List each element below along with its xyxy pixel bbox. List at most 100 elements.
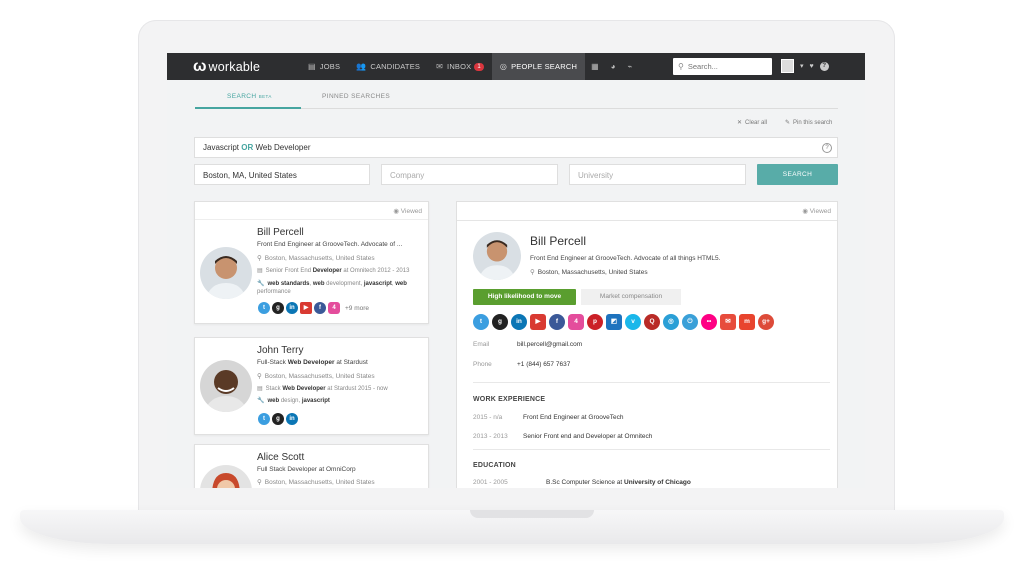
candidate-job: ▤ Stack Web Developer at Stardust 2015 - … xyxy=(257,385,388,392)
compensation-badge[interactable]: Market compensation xyxy=(581,289,681,305)
linkedin-icon[interactable]: in xyxy=(511,314,527,330)
nav-people-search[interactable]: ◎ PEOPLE SEARCH xyxy=(491,53,586,80)
twitter-icon[interactable]: t xyxy=(258,413,270,425)
foursquare-icon[interactable]: 4 xyxy=(328,302,340,314)
global-search[interactable]: ⚲ xyxy=(673,58,772,75)
title-pre: Full-Stack xyxy=(257,359,288,366)
twitter-icon[interactable]: t xyxy=(258,302,270,314)
plancast-icon[interactable]: ◎ xyxy=(663,314,679,330)
workable-logo[interactable]: ω workable xyxy=(193,58,285,76)
candidate-detail-panel: ◉ Viewed Bill Percell Front End Engineer… xyxy=(456,201,838,488)
nav-jobs[interactable]: ▤ JOBS xyxy=(300,53,348,80)
tab-pinned-searches[interactable]: PINNED SEARCHES xyxy=(322,93,390,100)
github-icon[interactable]: g xyxy=(492,314,508,330)
google-plus-icon[interactable]: g+ xyxy=(758,314,774,330)
candidate-card-alice[interactable]: Alice Scott Full Stack Developer at Omni… xyxy=(194,444,429,488)
clear-all-button[interactable]: ✕ Clear all xyxy=(737,119,767,126)
facebook-icon[interactable]: f xyxy=(549,314,565,330)
flickr-icon[interactable]: •• xyxy=(701,314,717,330)
user-avatar[interactable] xyxy=(781,59,794,73)
candidate-card-bill[interactable]: ◉ Viewed Bill Percell Front End Engineer… xyxy=(194,201,429,324)
detail-title: Front End Engineer at GrooveTech. Advoca… xyxy=(530,255,721,262)
location-pin-icon: ⚲ xyxy=(530,269,535,276)
query-term-1: Javascript xyxy=(203,143,240,152)
delicious-icon[interactable]: ◩ xyxy=(606,314,622,330)
heart-icon[interactable]: ♥ xyxy=(810,63,814,70)
skill-part: design, xyxy=(279,398,302,404)
location-pin-icon: ⚲ xyxy=(257,255,262,262)
email-value[interactable]: bill.percell@gmail.com xyxy=(517,341,582,348)
candidate-name[interactable]: Alice Scott xyxy=(257,452,304,463)
work-experience-heading: WORK EXPERIENCE xyxy=(473,396,546,403)
help-icon[interactable]: ? xyxy=(819,61,829,71)
candidate-socials: t g in ▶ f 4 +9 more xyxy=(258,302,369,314)
global-search-input[interactable] xyxy=(687,62,768,71)
facebook-icon[interactable]: f xyxy=(314,302,326,314)
boolean-query-input[interactable]: Javascript OR Web Developer ? xyxy=(194,137,838,158)
nav-inbox[interactable]: ✉ INBOX 1 xyxy=(428,53,492,80)
search-tabs: SEARCH BETA PINNED SEARCHES xyxy=(195,89,838,109)
briefcase-icon: ▤ xyxy=(308,62,316,71)
pie-chart-icon[interactable]: ◕ xyxy=(605,62,622,71)
candidate-name[interactable]: John Terry xyxy=(257,345,304,356)
quora-icon[interactable]: Q xyxy=(644,314,660,330)
wrench-icon: 🔧 xyxy=(257,398,265,404)
linkedin-icon[interactable]: in xyxy=(286,302,298,314)
location-pin-icon: ⚲ xyxy=(257,479,262,486)
job-post: at Stardust 2015 - now xyxy=(325,386,388,392)
linkedin-icon[interactable]: in xyxy=(286,413,298,425)
search-icon: ⚲ xyxy=(678,62,684,71)
query-help-icon[interactable]: ? xyxy=(822,143,832,153)
tab-search-label: SEARCH xyxy=(227,93,257,100)
pin-search-button[interactable]: ✎ Pin this search xyxy=(785,119,832,126)
more-socials-link[interactable]: +9 more xyxy=(345,305,369,312)
candidate-name[interactable]: Bill Percell xyxy=(257,227,304,238)
location-field[interactable]: Boston, MA, United States xyxy=(194,164,370,185)
power-icon[interactable]: ⏻ xyxy=(682,314,698,330)
youtube-icon[interactable]: ▶ xyxy=(300,302,312,314)
candidate-location-text: Boston, Massachusetts, United States xyxy=(264,373,375,380)
meetup-icon[interactable]: m xyxy=(739,314,755,330)
education-heading: EDUCATION xyxy=(473,462,516,469)
candidate-card-john[interactable]: John Terry Full-Stack Web Developer at S… xyxy=(194,337,429,435)
twitter-icon[interactable]: t xyxy=(473,314,489,330)
pinterest-icon[interactable]: p xyxy=(587,314,603,330)
eye-icon: ◉ xyxy=(802,208,810,215)
company-field[interactable]: Company xyxy=(381,164,558,185)
nav-jobs-label: JOBS xyxy=(319,62,341,71)
title-post: at Stardust xyxy=(334,359,368,366)
detail-header xyxy=(457,202,837,221)
close-icon: ✕ xyxy=(737,120,743,126)
candidate-title: Front End Engineer at GrooveTech. Advoca… xyxy=(257,241,403,248)
candidate-location: ⚲ Boston, Massachusetts, United States xyxy=(257,372,375,380)
university-field[interactable]: University xyxy=(569,164,746,185)
likelihood-badge[interactable]: High likelihood to move xyxy=(473,289,576,305)
candidate-location-text: Boston, Massachusetts, United States xyxy=(264,479,375,486)
calendar-icon[interactable]: ▦ xyxy=(585,62,605,71)
chevron-down-icon[interactable]: ▾ xyxy=(800,62,804,70)
candidate-location-text: Boston, Massachusetts, United States xyxy=(264,255,375,262)
github-icon[interactable]: g xyxy=(272,413,284,425)
candidate-skills: 🔧 web standards, web development, javascr… xyxy=(257,280,422,296)
youtube-icon[interactable]: ▶ xyxy=(530,314,546,330)
tab-search[interactable]: SEARCH BETA xyxy=(227,93,272,100)
nav-candidates[interactable]: 👥 CANDIDATES xyxy=(348,53,428,80)
mail-icon[interactable]: ✉ xyxy=(720,314,736,330)
work-entry: Front End Engineer at GrooveTech xyxy=(523,414,624,421)
candidate-title: Full-Stack Web Developer at Stardust xyxy=(257,359,368,366)
vimeo-icon[interactable]: v xyxy=(625,314,641,330)
foursquare-icon[interactable]: 4 xyxy=(568,314,584,330)
search-button[interactable]: SEARCH xyxy=(757,164,838,185)
briefcase-icon: ▤ xyxy=(257,386,263,392)
skill-part: web xyxy=(395,281,407,287)
candidate-title: Full Stack Developer at OmniCorp xyxy=(257,466,356,473)
github-icon[interactable]: g xyxy=(272,302,284,314)
skill-part: web xyxy=(312,281,325,287)
activity-icon[interactable]: ⌁ xyxy=(621,62,638,71)
phone-value[interactable]: +1 (844) 657 7637 xyxy=(517,361,570,368)
education-school: University of Chicago xyxy=(624,479,691,486)
query-term-2: Web Developer xyxy=(255,143,311,152)
job-pre: Stack xyxy=(265,386,283,392)
title-bold: Web Developer xyxy=(287,359,335,366)
nav-people-search-label: PEOPLE SEARCH xyxy=(511,62,578,71)
